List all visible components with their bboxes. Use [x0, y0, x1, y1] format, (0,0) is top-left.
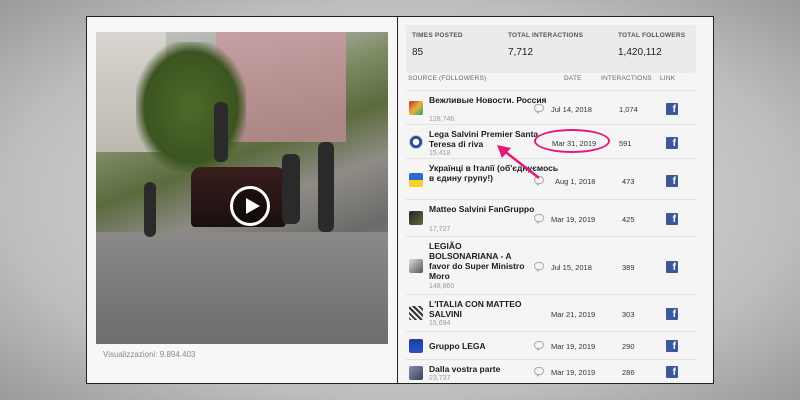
- video-scene-person: [144, 182, 156, 237]
- stat-label: TOTAL INTERACTIONS: [508, 32, 584, 39]
- screenshot-frame: Visualizzazioni: 9.894.403 TIMES POSTED …: [86, 16, 714, 384]
- stat-value: 1,420,112: [618, 47, 662, 58]
- facebook-icon[interactable]: f: [666, 366, 678, 378]
- video-scene-tree: [136, 42, 246, 172]
- stat-label: TOTAL FOLLOWERS: [618, 32, 686, 39]
- post-date: Mar 21, 2019: [551, 310, 596, 319]
- stats-pane: TIMES POSTED 85 TOTAL INTERACTIONS 7,712…: [398, 17, 713, 383]
- stat-value: 7,712: [508, 47, 534, 58]
- facebook-icon[interactable]: f: [666, 103, 678, 115]
- source-name[interactable]: LEGIÃO BOLSONARIANA - A favor do Super M…: [429, 241, 529, 281]
- source-avatar: [409, 339, 423, 353]
- column-header-interactions: INTERACTIONS: [601, 75, 652, 82]
- facebook-icon[interactable]: f: [666, 213, 678, 225]
- video-scene-person: [214, 102, 228, 162]
- comment-icon: [534, 341, 544, 351]
- post-date: Mar 19, 2019: [551, 215, 596, 224]
- stat-total-followers: TOTAL FOLLOWERS 1,420,112: [618, 32, 685, 58]
- post-date: Jul 15, 2018: [551, 263, 592, 272]
- interaction-count: 303: [622, 310, 635, 319]
- stat-label: TIMES POSTED: [412, 32, 463, 39]
- source-avatar: [409, 366, 423, 380]
- facebook-icon[interactable]: f: [666, 308, 678, 320]
- table-row: Українці в Італії (об'єднуємось в єдину …: [406, 158, 696, 199]
- video-scene-road: [96, 232, 388, 344]
- post-date: Aug 1, 2018: [555, 177, 596, 186]
- facebook-icon[interactable]: f: [666, 175, 678, 187]
- stat-value: 85: [412, 47, 424, 58]
- interaction-count: 290: [622, 342, 635, 351]
- table-row: Dalla vostra parte 23,737 Mar 19, 2019 2…: [406, 359, 696, 385]
- table-row: Вежливые Новости. Россия 128,746 Jul 14,…: [406, 90, 696, 124]
- view-count: Visualizzazioni: 9.894.403: [103, 350, 196, 359]
- summary-stats: TIMES POSTED 85 TOTAL INTERACTIONS 7,712…: [406, 25, 696, 73]
- interaction-count: 591: [619, 139, 632, 148]
- table-row: Gruppo LEGA Mar 19, 2019 290 f: [406, 331, 696, 359]
- table-row: LEGIÃO BOLSONARIANA - A favor do Super M…: [406, 236, 696, 294]
- comment-icon: [534, 104, 544, 114]
- column-header-link: LINK: [660, 75, 676, 82]
- facebook-icon[interactable]: f: [666, 261, 678, 273]
- comment-icon: [534, 367, 544, 377]
- column-header-date: DATE: [564, 75, 582, 82]
- interaction-count: 389: [622, 263, 635, 272]
- stat-times-posted: TIMES POSTED 85: [412, 32, 463, 58]
- interaction-count: 286: [622, 368, 635, 377]
- play-icon[interactable]: [230, 186, 270, 226]
- post-date: Mar 19, 2019: [551, 368, 596, 377]
- source-avatar: [409, 211, 423, 225]
- facebook-icon[interactable]: f: [666, 137, 678, 149]
- date-highlight-circle: [534, 129, 610, 153]
- column-header-source: SOURCE (FOLLOWERS): [408, 75, 487, 82]
- source-avatar: [409, 259, 423, 273]
- source-avatar: [409, 135, 423, 149]
- source-followers: 23,737: [429, 375, 451, 382]
- table-row: Matteo Salvini FanGruppo 17,727 Mar 19, …: [406, 199, 696, 236]
- comment-icon: [534, 214, 544, 224]
- video-scene-person: [282, 154, 300, 224]
- source-avatar: [409, 306, 423, 320]
- post-date: Mar 19, 2019: [551, 342, 596, 351]
- interaction-count: 1,074: [619, 105, 638, 114]
- source-name[interactable]: Matteo Salvini FanGruppo: [429, 204, 559, 214]
- facebook-icon[interactable]: f: [666, 340, 678, 352]
- source-followers: 148,860: [429, 283, 455, 290]
- video-scene-person: [318, 142, 334, 232]
- comment-icon: [534, 262, 544, 272]
- source-followers: 128,746: [429, 116, 455, 123]
- source-followers: 15,694: [429, 320, 451, 327]
- stat-total-interactions: TOTAL INTERACTIONS 7,712: [508, 32, 583, 58]
- source-name[interactable]: L'ITALIA CON MATTEO SALVINI: [429, 299, 539, 319]
- source-followers: 17,727: [429, 226, 451, 233]
- table-row: L'ITALIA CON MATTEO SALVINI 15,694 Mar 2…: [406, 294, 696, 331]
- interaction-count: 425: [622, 215, 635, 224]
- video-pane: Visualizzazioni: 9.894.403: [87, 17, 398, 383]
- source-avatar: [409, 101, 423, 115]
- video-player[interactable]: [96, 32, 388, 344]
- source-avatar: [409, 173, 423, 187]
- annotation-arrow-icon: [497, 145, 540, 179]
- interaction-count: 473: [622, 177, 635, 186]
- source-followers: 15,418: [429, 150, 451, 157]
- post-date: Jul 14, 2018: [551, 105, 592, 114]
